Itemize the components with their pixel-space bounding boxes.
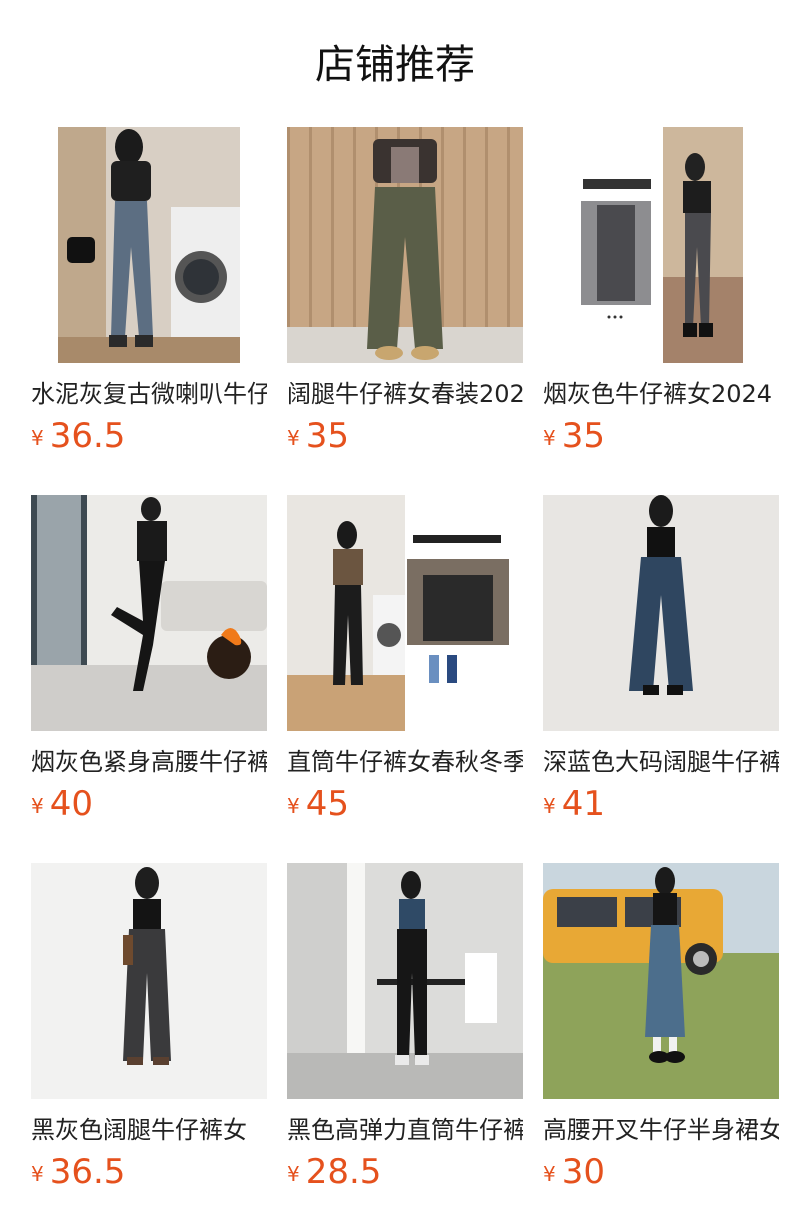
product-price: ¥40 — [31, 784, 267, 830]
product-image[interactable] — [31, 127, 267, 363]
price-value: 35 — [305, 416, 349, 456]
price-value: 36.5 — [49, 416, 126, 456]
price-value: 45 — [305, 784, 349, 824]
price-value: 30 — [561, 1152, 605, 1192]
product-card[interactable]: 深蓝色大码阔腿牛仔裤 ¥41 — [543, 495, 779, 863]
product-card[interactable]: 烟灰色紧身高腰牛仔裤 ¥40 — [31, 495, 267, 863]
product-image[interactable] — [287, 495, 523, 731]
product-name: 烟灰色紧身高腰牛仔裤 — [31, 748, 267, 776]
product-name: 深蓝色大码阔腿牛仔裤 — [543, 748, 779, 776]
product-card[interactable]: 水泥灰复古微喇叭牛仔 ¥36.5 — [31, 127, 267, 495]
product-price: ¥35 — [287, 416, 523, 462]
currency-symbol: ¥ — [31, 1162, 44, 1186]
currency-symbol: ¥ — [287, 1162, 300, 1186]
product-card[interactable]: 黑灰色阔腿牛仔裤女 ¥36.5 — [31, 863, 267, 1231]
product-price: ¥28.5 — [287, 1152, 523, 1198]
product-price: ¥35 — [543, 416, 779, 462]
product-image[interactable] — [543, 127, 779, 363]
product-name: 水泥灰复古微喇叭牛仔 — [31, 380, 267, 408]
product-price: ¥30 — [543, 1152, 779, 1198]
product-name: 烟灰色牛仔裤女2024 — [543, 380, 773, 408]
product-card[interactable]: 高腰开叉牛仔半身裙女 ¥30 — [543, 863, 779, 1231]
product-price: ¥36.5 — [31, 416, 267, 462]
currency-symbol: ¥ — [543, 794, 556, 818]
product-card[interactable]: 烟灰色牛仔裤女2024 ¥35 — [543, 127, 779, 495]
product-image[interactable] — [543, 495, 779, 731]
product-name: 高腰开叉牛仔半身裙女 — [543, 1116, 779, 1144]
product-price: ¥41 — [543, 784, 779, 830]
price-value: 28.5 — [305, 1152, 382, 1192]
price-value: 36.5 — [49, 1152, 126, 1192]
currency-symbol: ¥ — [543, 1162, 556, 1186]
product-price: ¥36.5 — [31, 1152, 267, 1198]
currency-symbol: ¥ — [31, 794, 44, 818]
price-value: 35 — [561, 416, 605, 456]
product-image[interactable] — [31, 495, 267, 731]
product-card[interactable]: 黑色高弹力直筒牛仔裤 ¥28.5 — [287, 863, 523, 1231]
price-value: 40 — [49, 784, 93, 824]
currency-symbol: ¥ — [287, 794, 300, 818]
price-value: 41 — [561, 784, 605, 824]
product-name: 黑色高弹力直筒牛仔裤 — [287, 1116, 523, 1144]
product-price: ¥45 — [287, 784, 523, 830]
product-image[interactable] — [287, 863, 523, 1099]
section-title: 店铺推荐 — [315, 42, 475, 88]
currency-symbol: ¥ — [31, 426, 44, 450]
currency-symbol: ¥ — [287, 426, 300, 450]
product-name: 直筒牛仔裤女春秋冬季 — [287, 748, 523, 776]
product-card[interactable]: 直筒牛仔裤女春秋冬季 ¥45 — [287, 495, 523, 863]
currency-symbol: ¥ — [543, 426, 556, 450]
product-name: 阔腿牛仔裤女春装2024 — [287, 380, 523, 408]
product-card[interactable]: 阔腿牛仔裤女春装2024 ¥35 — [287, 127, 523, 495]
product-grid: 水泥灰复古微喇叭牛仔 ¥36.5 阔腿牛仔裤女春装2024 ¥ 35 烟灰色牛仔… — [31, 127, 779, 1231]
product-image[interactable] — [543, 863, 779, 1099]
product-image[interactable] — [31, 863, 267, 1099]
product-image[interactable] — [287, 127, 523, 363]
product-name: 黑灰色阔腿牛仔裤女 — [31, 1116, 247, 1144]
